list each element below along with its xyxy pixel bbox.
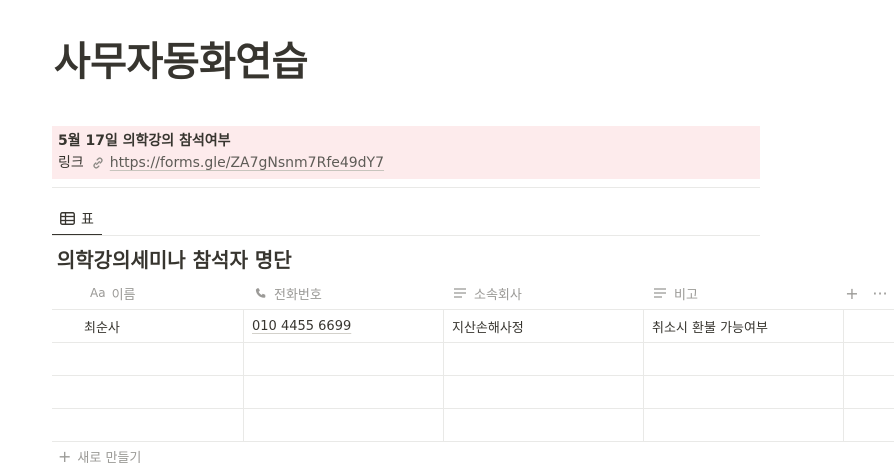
column-header-company[interactable]: 소속회사: [444, 277, 644, 309]
divider: [52, 187, 760, 188]
cell-name[interactable]: 최순사: [52, 310, 244, 342]
cell-note[interactable]: [644, 343, 844, 375]
tab-label: 표: [81, 211, 94, 228]
link-icon: [90, 155, 106, 171]
column-header-note[interactable]: 비고: [644, 277, 844, 309]
plus-icon: +: [58, 447, 72, 463]
database-title[interactable]: 의학강의세미나 참석자 명단: [57, 246, 292, 274]
callout-title: 5월 17일 의학강의 참석여부: [58, 133, 231, 149]
cell-note[interactable]: [644, 376, 844, 408]
cell-company[interactable]: [444, 409, 644, 441]
add-property-button[interactable]: +: [838, 284, 866, 303]
header-actions: + ···: [838, 277, 894, 310]
tab-bar-divider: [52, 235, 760, 236]
text-lines-icon: [452, 285, 468, 301]
callout-block[interactable]: 5월 17일 의학강의 참석여부 링크 https://forms.gle/ZA…: [52, 126, 760, 179]
tab-table-view[interactable]: 표: [52, 203, 102, 236]
database-table: Aa 이름 전화번호 소속회사 비고 + ··· 최순사 010 4455 66…: [52, 277, 894, 442]
cell-empty: [844, 376, 894, 408]
column-label: 이름: [111, 287, 136, 303]
table-row[interactable]: [52, 409, 894, 442]
cell-empty: [844, 310, 894, 342]
page-title[interactable]: 사무자동화연습: [54, 34, 309, 90]
cell-note[interactable]: 취소시 환불 가능여부: [644, 310, 844, 342]
new-row-button[interactable]: + 새로 만들기: [58, 447, 141, 463]
table-header-row: Aa 이름 전화번호 소속회사 비고 + ···: [52, 277, 894, 310]
cell-empty: [844, 343, 894, 375]
cell-name[interactable]: [52, 409, 244, 441]
table-row[interactable]: [52, 376, 894, 409]
cell-phone[interactable]: [244, 409, 444, 441]
table-icon: [60, 212, 75, 225]
text-lines-icon: [652, 285, 668, 301]
table-row[interactable]: [52, 343, 894, 376]
column-header-name[interactable]: Aa 이름: [52, 277, 244, 309]
cell-company[interactable]: [444, 376, 644, 408]
callout-link-label: 링크: [58, 155, 84, 171]
column-label: 소속회사: [474, 287, 522, 303]
cell-phone[interactable]: [244, 343, 444, 375]
phone-icon: [252, 285, 268, 301]
cell-phone[interactable]: [244, 376, 444, 408]
column-label: 전화번호: [274, 287, 322, 303]
column-header-phone[interactable]: 전화번호: [244, 277, 444, 309]
cell-empty: [844, 409, 894, 441]
cell-company[interactable]: [444, 343, 644, 375]
cell-name[interactable]: [52, 343, 244, 375]
table-row[interactable]: 최순사 010 4455 6699 지산손해사정 취소시 환불 가능여부: [52, 310, 894, 343]
cell-note[interactable]: [644, 409, 844, 441]
callout-link-row: 링크 https://forms.gle/ZA7gNsnm7Rfe49dY7: [58, 152, 754, 174]
form-link[interactable]: https://forms.gle/ZA7gNsnm7Rfe49dY7: [110, 152, 384, 174]
text-aa-icon: Aa: [90, 286, 106, 300]
cell-company[interactable]: 지산손해사정: [444, 310, 644, 342]
cell-phone[interactable]: 010 4455 6699: [244, 310, 444, 342]
more-options-button[interactable]: ···: [866, 284, 894, 303]
cell-name[interactable]: [52, 376, 244, 408]
new-row-label: 새로 만들기: [77, 451, 142, 463]
phone-value[interactable]: 010 4455 6699: [252, 319, 351, 334]
column-label: 비고: [674, 287, 698, 303]
